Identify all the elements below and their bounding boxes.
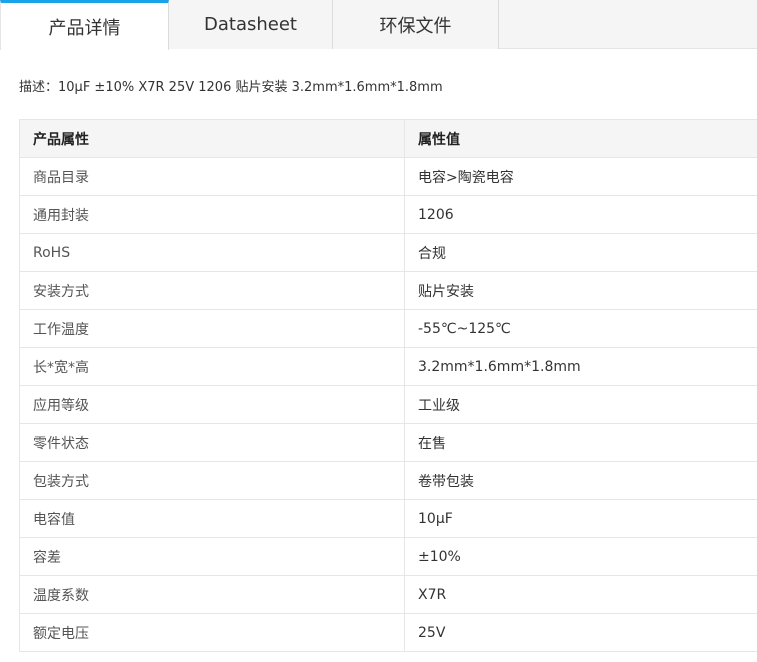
attribute-name: 应用等级 (19, 385, 405, 424)
attribute-value: 在售 (404, 423, 757, 462)
attribute-value: 10μF (404, 499, 757, 538)
table-row: 电容值 10μF (19, 499, 757, 538)
table-row: 额定电压 25V (19, 613, 757, 652)
attribute-name: RoHS (19, 233, 405, 272)
attribute-name: 工作温度 (19, 309, 405, 348)
attribute-name: 电容值 (19, 499, 405, 538)
table-row: 容差 ±10% (19, 537, 757, 576)
table-row: 长*宽*高 3.2mm*1.6mm*1.8mm (19, 347, 757, 386)
table-header-row: 产品属性 属性值 (19, 119, 757, 158)
attributes-table: 产品属性 属性值 商品目录 电容>陶瓷电容 通用封装 1206 RoHS 合规 安装方… (19, 119, 757, 652)
attribute-value: 合规 (404, 233, 757, 272)
attribute-value: 1206 (404, 195, 757, 234)
attribute-value: 3.2mm*1.6mm*1.8mm (404, 347, 757, 386)
tab-product-details[interactable]: 产品详情 (0, 0, 169, 50)
table-row: 工作温度 -55℃~125℃ (19, 309, 757, 348)
attribute-value: 电容>陶瓷电容 (404, 157, 757, 196)
attribute-name: 通用封装 (19, 195, 405, 234)
attribute-name: 商品目录 (19, 157, 405, 196)
table-row: 温度系数 X7R (19, 575, 757, 614)
attribute-value: 25V (404, 613, 757, 652)
attribute-name: 容差 (19, 537, 405, 576)
product-description: 描述：10μF ±10% X7R 25V 1206 贴片安装 3.2mm*1.6… (19, 80, 443, 95)
attribute-name: 零件状态 (19, 423, 405, 462)
attribute-value: -55℃~125℃ (404, 309, 757, 348)
table-row: 安装方式 贴片安装 (19, 271, 757, 310)
column-header-attribute: 产品属性 (19, 119, 405, 158)
table-row: 商品目录 电容>陶瓷电容 (19, 157, 757, 196)
attribute-name: 安装方式 (19, 271, 405, 310)
attribute-value: 工业级 (404, 385, 757, 424)
table-row: 通用封装 1206 (19, 195, 757, 234)
tab-bar: 产品详情 Datasheet 环保文件 (0, 0, 757, 50)
attribute-value: 贴片安装 (404, 271, 757, 310)
table-row: 应用等级 工业级 (19, 385, 757, 424)
attribute-name: 长*宽*高 (19, 347, 405, 386)
attribute-value: 卷带包装 (404, 461, 757, 500)
attribute-name: 额定电压 (19, 613, 405, 652)
column-header-value: 属性值 (404, 119, 757, 158)
attribute-value: X7R (404, 575, 757, 614)
tab-environmental-files[interactable]: 环保文件 (333, 0, 499, 49)
tab-datasheet[interactable]: Datasheet (169, 0, 333, 49)
table-row: RoHS 合规 (19, 233, 757, 272)
attribute-value: ±10% (404, 537, 757, 576)
attribute-name: 温度系数 (19, 575, 405, 614)
attribute-name: 包装方式 (19, 461, 405, 500)
table-row: 包装方式 卷带包装 (19, 461, 757, 500)
table-row: 零件状态 在售 (19, 423, 757, 462)
